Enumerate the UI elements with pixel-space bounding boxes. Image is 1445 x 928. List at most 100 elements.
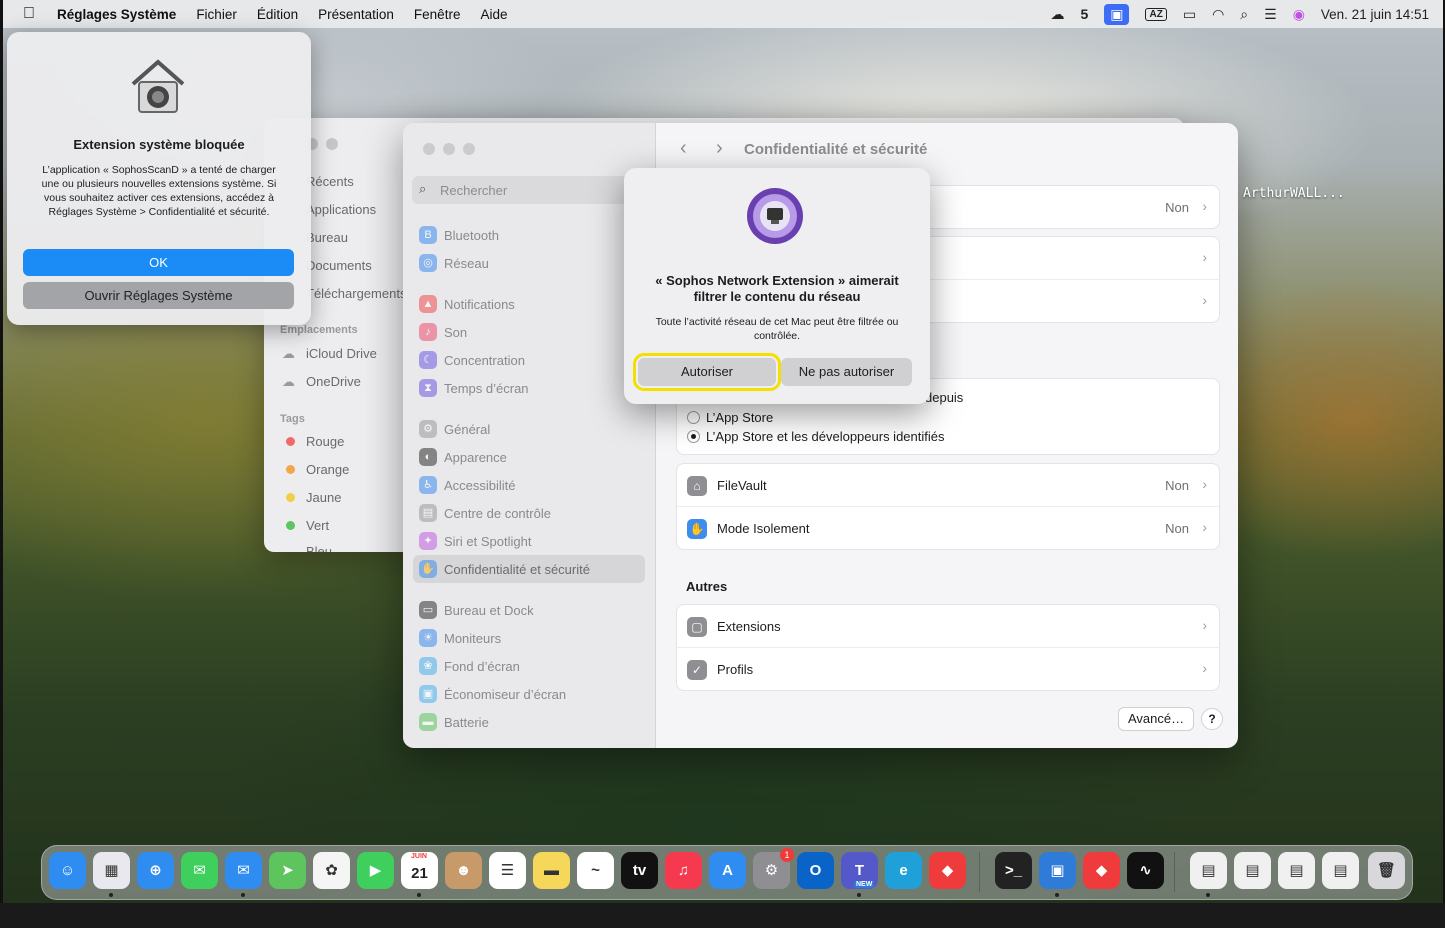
document-4-icon[interactable]: ▤ (1322, 852, 1359, 889)
cloud-icon[interactable]: ☁ (1050, 6, 1064, 23)
finder-item-documents[interactable]: Documents (306, 258, 372, 273)
sidebar-item[interactable]: ▲ Notifications (413, 290, 645, 318)
apple-icon[interactable]:  (23, 5, 35, 23)
menu-presentation[interactable]: Présentation (318, 7, 394, 22)
extensions-icon: ▢ (687, 617, 707, 637)
menu-fichier[interactable]: Fichier (196, 7, 237, 22)
appstore-icon[interactable]: A (709, 852, 746, 889)
sidebar-item[interactable]: ✦ Siri et Spotlight (413, 527, 645, 555)
launchpad-icon[interactable]: ▦ (93, 852, 130, 889)
radio-app-store-label[interactable]: L’App Store (706, 410, 773, 425)
notification-ok-button[interactable]: OK (23, 249, 294, 276)
finder-tag-bleu[interactable]: Bleu (306, 544, 332, 552)
menu-edition[interactable]: Édition (257, 7, 298, 22)
settings-minimize-button[interactable] (443, 143, 455, 155)
messages-icon[interactable]: ✉ (181, 852, 218, 889)
sidebar-item[interactable]: ◐ Apparence (413, 443, 645, 471)
appletv-icon[interactable]: tv (621, 852, 658, 889)
control-center-icon[interactable]: ☰ (1264, 6, 1277, 23)
screen-border (0, 903, 1445, 928)
finder-tag-rouge[interactable]: Rouge (306, 434, 344, 449)
document-3-icon[interactable]: ▤ (1278, 852, 1315, 889)
remote-desktop-icon[interactable]: ▣ (1039, 852, 1076, 889)
activity-monitor-icon[interactable]: ∿ (1127, 852, 1164, 889)
deny-button[interactable]: Ne pas autoriser (781, 358, 912, 386)
siri-icon[interactable]: ◉ (1293, 6, 1305, 23)
sidebar-item[interactable]: ☀ Moniteurs (413, 624, 645, 652)
lockdown-mode-row[interactable]: ✋ Mode Isolement Non › (677, 506, 1219, 549)
safari-icon[interactable]: ⊕ (137, 852, 174, 889)
sidebar-item[interactable]: ⧗ Temps d’écran (413, 374, 645, 402)
radio-app-store[interactable] (687, 411, 700, 424)
maps-icon[interactable]: ➤ (269, 852, 306, 889)
radio-app-store-identified-label[interactable]: L’App Store et les développeurs identifi… (706, 429, 945, 444)
anydesk-icon[interactable]: ◆ (929, 852, 966, 889)
search-icon[interactable]: ⌕ (1240, 6, 1248, 23)
contacts-icon[interactable]: ☻ (445, 852, 482, 889)
facetime-icon[interactable]: ▶ (357, 852, 394, 889)
sidebar-item-icon: ◐ (419, 448, 437, 466)
menu-clock[interactable]: Ven. 21 juin 14:51 (1321, 7, 1429, 22)
finder-tag-vert[interactable]: Vert (306, 518, 329, 533)
sidebar-item[interactable]: ▬ Batterie (413, 708, 645, 736)
help-button[interactable]: ? (1201, 708, 1223, 730)
screen-share-icon[interactable]: ▣ (1104, 3, 1130, 25)
finder-item-bureau[interactable]: Bureau (306, 230, 348, 245)
advanced-button[interactable]: Avancé… (1118, 707, 1195, 731)
forward-chevron-icon[interactable]: › (716, 137, 723, 160)
extensions-row[interactable]: ▢ Extensions › (677, 605, 1219, 647)
chevron-right-icon: › (1202, 617, 1207, 633)
reminders-icon[interactable]: ☰ (489, 852, 526, 889)
settings-close-button[interactable] (423, 143, 435, 155)
document-1-icon[interactable]: ▤ (1190, 852, 1227, 889)
freeform-icon[interactable]: ~ (577, 852, 614, 889)
photos-icon[interactable]: ✿ (313, 852, 350, 889)
settings-zoom-button[interactable] (463, 143, 475, 155)
document-2-icon[interactable]: ▤ (1234, 852, 1271, 889)
sidebar-item[interactable]: ◎ Réseau (413, 249, 645, 277)
allow-button[interactable]: Autoriser (633, 353, 781, 391)
input-source-indicator[interactable]: AZ (1145, 7, 1167, 21)
sidebar-item[interactable]: ♪ Son (413, 318, 645, 346)
wifi-icon[interactable]: ◠ (1212, 6, 1224, 23)
finder-location-onedrive[interactable]: OneDrive (306, 374, 361, 389)
s5-icon[interactable]: 5 (1080, 6, 1088, 22)
finder-location-icloud[interactable]: iCloud Drive (306, 346, 377, 361)
battery-icon[interactable]: ▭ (1183, 6, 1196, 23)
settings-search-field[interactable]: ⌕ Rechercher (412, 176, 634, 204)
finder-tag-jaune[interactable]: Jaune (306, 490, 341, 505)
menu-app-name[interactable]: Réglages Système (57, 7, 176, 22)
trash-icon[interactable]: 🗑 (1368, 852, 1405, 889)
sidebar-item[interactable]: ▤ Centre de contrôle (413, 499, 645, 527)
edge-icon[interactable]: e (885, 852, 922, 889)
allow-apps-label-partial: depuis (925, 390, 964, 405)
finder-item-downloads[interactable]: Téléchargements (306, 286, 406, 301)
sidebar-item[interactable]: B Bluetooth (413, 221, 645, 249)
sidebar-item[interactable]: ⚙ Général (413, 415, 645, 443)
desktop-item-label[interactable]: ArthurWALL... (1243, 186, 1345, 201)
music-icon[interactable]: ♫ (665, 852, 702, 889)
terminal-icon[interactable]: >_ (995, 852, 1032, 889)
sidebar-item[interactable]: ♿ Accessibilité (413, 471, 645, 499)
tag-orange-dot (286, 465, 295, 474)
profiles-row[interactable]: ✓ Profils › (677, 647, 1219, 690)
sidebar-item[interactable]: ▭ Bureau et Dock (413, 596, 645, 624)
back-chevron-icon[interactable]: ‹ (680, 137, 687, 160)
finder-tag-orange[interactable]: Orange (306, 462, 349, 477)
radio-app-store-identified[interactable] (687, 430, 700, 443)
sidebar-item[interactable]: ❀ Fond d’écran (413, 652, 645, 680)
menu-aide[interactable]: Aide (480, 7, 507, 22)
finder-icon[interactable]: ☺ (49, 852, 86, 889)
sidebar-item[interactable]: ✋ Confidentialité et sécurité (413, 555, 645, 583)
outlook-icon[interactable]: O (797, 852, 834, 889)
sidebar-item[interactable]: ▣ Économiseur d’écran (413, 680, 645, 708)
finder-item-recents[interactable]: Récents (306, 174, 354, 189)
filevault-row[interactable]: ⌂ FileVault Non › (677, 464, 1219, 506)
anydesk-alt-icon[interactable]: ◆ (1083, 852, 1120, 889)
finder-item-applications[interactable]: Applications (306, 202, 376, 217)
sidebar-item[interactable]: ☾ Concentration (413, 346, 645, 374)
open-system-settings-button[interactable]: Ouvrir Réglages Système (23, 282, 294, 309)
menu-fenetre[interactable]: Fenêtre (414, 7, 461, 22)
notes-icon[interactable]: ▬ (533, 852, 570, 889)
mail-icon[interactable]: ✉ (225, 852, 262, 889)
